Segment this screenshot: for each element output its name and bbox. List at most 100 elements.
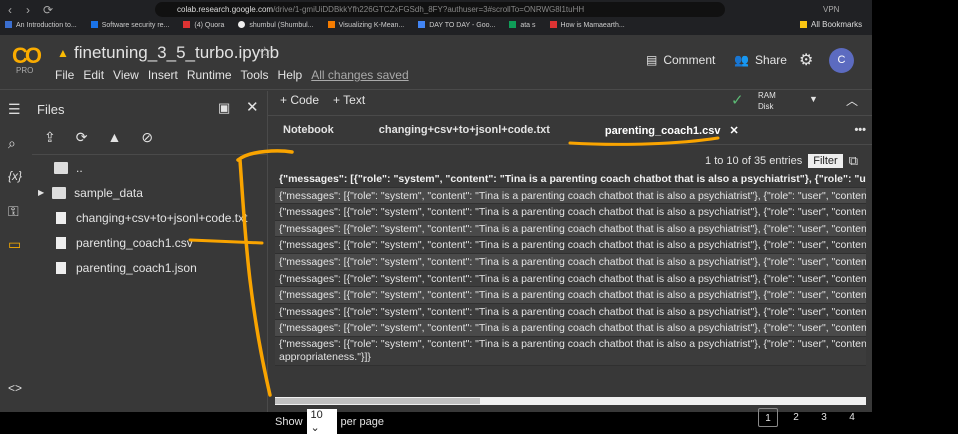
browser-chrome: ‹ › ⟳ colab.research.google.com/drive/1-…	[0, 0, 872, 35]
bookmark[interactable]: DAY TO DAY - Goo...	[418, 21, 495, 33]
table-row[interactable]: {"messages": [{"role": "system", "conten…	[275, 287, 866, 304]
share-button[interactable]: 👥 Share	[734, 53, 787, 67]
variables-icon[interactable]: {x}	[8, 169, 22, 183]
cell-toolbar: + Code + Text	[280, 93, 365, 107]
bookmarks-bar: An Introduction to... Software security …	[5, 21, 625, 33]
table-row[interactable]: {"messages": [{"role": "system", "conten…	[275, 187, 866, 205]
tab-notebook[interactable]: Notebook	[268, 124, 349, 136]
file-label: parenting_coach1.csv	[76, 235, 193, 250]
folder-icon	[54, 161, 68, 174]
upload-icon[interactable]: ⇪	[44, 129, 56, 146]
chevron-up-icon[interactable]: ︿	[846, 92, 858, 109]
table-info: 1 to 10 of 35 entries Filter ⧉	[705, 153, 858, 169]
csv-table: {"messages": [{"role": "system", "conten…	[275, 171, 866, 366]
file-icon	[56, 261, 66, 274]
tab-code-txt[interactable]: changing+csv+to+jsonl+code.txt	[349, 124, 565, 136]
add-code-button[interactable]: + Code	[280, 93, 319, 107]
reload-icon[interactable]: ⟳	[43, 3, 53, 17]
resources-indicator[interactable]: RAM Disk	[758, 90, 776, 112]
table-row[interactable]: {"messages": [{"role": "system", "conten…	[275, 253, 866, 271]
comment-button[interactable]: ▤ Comment	[646, 53, 715, 67]
copy-icon[interactable]: ⧉	[849, 153, 858, 169]
pagination: 1 2 3 4	[758, 408, 862, 427]
file-item-sample-data[interactable]: ▶ sample_data	[32, 180, 268, 205]
file-item-parent[interactable]: ..	[32, 155, 268, 180]
table-row[interactable]: {"messages": [{"role": "system", "conten…	[275, 220, 866, 238]
file-item[interactable]: changing+csv+to+jsonl+code.txt	[32, 205, 268, 230]
menu-help[interactable]: Help	[278, 68, 303, 82]
bookmark[interactable]: ata s	[509, 21, 536, 33]
add-text-button[interactable]: + Text	[333, 93, 365, 107]
horizontal-scrollbar[interactable]	[275, 397, 866, 405]
menu-runtime[interactable]: Runtime	[187, 68, 232, 82]
forward-icon[interactable]: ›	[26, 3, 30, 17]
close-icon[interactable]: ✕	[730, 125, 739, 137]
search-icon[interactable]: ⌕	[8, 135, 16, 152]
table-header[interactable]: {"messages": [{"role": "system", "conten…	[275, 171, 866, 188]
mount-drive-icon[interactable]: ▲	[107, 129, 121, 146]
chevron-down-icon[interactable]: ▼	[809, 94, 818, 104]
tab-bar: Notebook changing+csv+to+jsonl+code.txt …	[268, 115, 872, 145]
address-bar[interactable]: colab.research.google.com/drive/1-gmiUiD…	[155, 2, 725, 17]
menu-edit[interactable]: Edit	[83, 68, 104, 82]
file-tree: .. ▶ sample_data changing+csv+to+jsonl+co…	[32, 154, 268, 280]
url-host: colab.research.google.com	[177, 5, 274, 14]
table-row[interactable]: {"messages": [{"role": "system", "conten…	[275, 336, 866, 366]
code-snippets-icon[interactable]: <>	[8, 381, 22, 395]
new-window-icon[interactable]: ▣	[218, 100, 230, 116]
back-icon[interactable]: ‹	[8, 3, 12, 17]
pro-badge: PRO	[16, 66, 34, 75]
gear-icon[interactable]: ⚙	[799, 50, 813, 70]
close-icon[interactable]: ✕	[246, 98, 259, 116]
toc-icon[interactable]: ☰	[8, 101, 21, 118]
entries-count: 1 to 10 of 35 entries	[705, 155, 803, 167]
chevron-right-icon[interactable]: ▶	[38, 188, 44, 197]
url-path: /drive/1-gmiUiDDBkkYfh226GTCZxFGSdh_8FY?…	[273, 5, 585, 14]
bookmark[interactable]: An Introduction to...	[5, 21, 77, 33]
table-row[interactable]: {"messages": [{"role": "system", "conten…	[275, 204, 866, 221]
page-3[interactable]: 3	[814, 408, 834, 427]
menu-bar: File Edit View Insert Runtime Tools Help…	[55, 68, 409, 82]
table-row[interactable]: {"messages": [{"role": "system", "conten…	[275, 270, 866, 288]
file-icon	[56, 211, 66, 224]
show-label: Show	[275, 415, 303, 428]
page-size: Show 10 ⌄ per page	[275, 409, 384, 434]
main-area: + Code + Text ✓ RAM Disk ▼ ︿ Notebook cha…	[268, 90, 872, 434]
filter-button[interactable]: Filter	[808, 154, 843, 168]
folder-icon	[800, 21, 807, 28]
all-bookmarks[interactable]: All Bookmarks	[800, 20, 862, 29]
menu-view[interactable]: View	[113, 68, 139, 82]
hide-icon[interactable]: ⊘	[141, 129, 153, 146]
notebook-title[interactable]: finetuning_3_5_turbo.ipynb	[74, 43, 279, 63]
more-icon[interactable]: •••	[839, 124, 872, 136]
table-row[interactable]: {"messages": [{"role": "system", "conten…	[275, 303, 866, 321]
bookmark[interactable]: How is Mamaearth...	[549, 21, 625, 33]
key-icon[interactable]: ⚿	[8, 203, 19, 220]
tab-parenting-csv[interactable]: parenting_coach1.csv ✕	[565, 124, 754, 137]
table-row[interactable]: {"messages": [{"role": "system", "conten…	[275, 320, 866, 337]
menu-file[interactable]: File	[55, 68, 74, 82]
page-2[interactable]: 2	[786, 408, 806, 427]
page-1[interactable]: 1	[758, 408, 778, 427]
menu-tools[interactable]: Tools	[241, 68, 269, 82]
ram-label: RAM	[758, 91, 776, 100]
file-label: sample_data	[74, 185, 143, 200]
drive-icon: ▲	[57, 46, 69, 60]
page-4[interactable]: 4	[842, 408, 862, 427]
bookmark[interactable]: shumbul (Shumbul...	[238, 21, 314, 33]
file-item[interactable]: parenting_coach1.csv	[32, 230, 268, 255]
vpn-button[interactable]: VPN	[823, 5, 839, 14]
menu-insert[interactable]: Insert	[148, 68, 178, 82]
save-status[interactable]: All changes saved	[311, 68, 408, 82]
scrollbar-thumb[interactable]	[275, 398, 480, 404]
file-item[interactable]: parenting_coach1.json	[32, 255, 268, 280]
bookmark[interactable]: (4) Quora	[183, 21, 224, 33]
table-row[interactable]: {"messages": [{"role": "system", "conten…	[275, 237, 866, 254]
star-icon[interactable]: ☆	[258, 43, 271, 61]
refresh-icon[interactable]: ⟳	[76, 129, 88, 146]
per-page-select[interactable]: 10 ⌄	[306, 409, 337, 434]
avatar[interactable]: C	[829, 48, 854, 73]
bookmark[interactable]: Visualizing K-Mean...	[327, 21, 404, 33]
bookmark[interactable]: Software security re...	[90, 21, 169, 33]
folder-icon[interactable]: ▭	[8, 236, 21, 253]
